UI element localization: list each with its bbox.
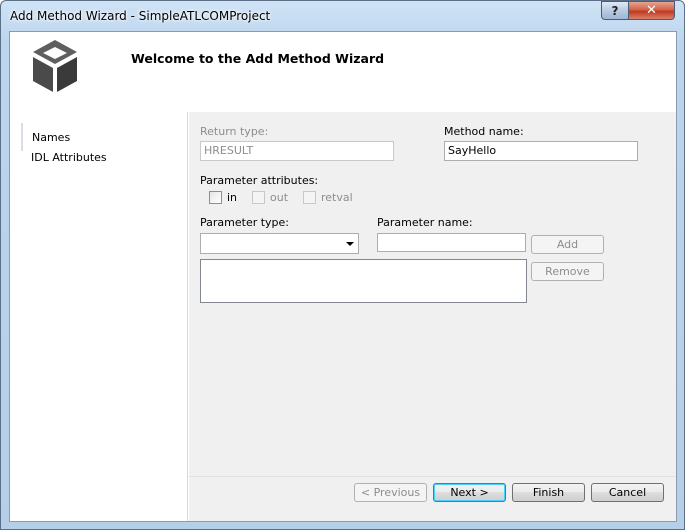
out-checkbox-label: out: [270, 191, 289, 204]
wizard-footer: < Previous Next > Finish Cancel: [189, 476, 676, 521]
dropdown-arrow-icon[interactable]: [346, 242, 354, 246]
return-type-field: HRESULT: [200, 141, 394, 161]
out-checkbox-box: [252, 191, 265, 204]
wizard-nav: Names IDL Attributes: [10, 112, 188, 521]
wizard-window: Add Method Wizard - SimpleATLCOMProject …: [0, 0, 685, 530]
next-button[interactable]: Next >: [433, 483, 506, 502]
remove-button: Remove: [531, 262, 604, 281]
parameter-type-label: Parameter type:: [200, 216, 290, 229]
close-icon: ✕: [646, 3, 657, 18]
parameter-attributes-label: Parameter attributes:: [200, 174, 319, 187]
in-checkbox[interactable]: in: [209, 191, 237, 204]
wizard-header: Welcome to the Add Method Wizard: [10, 32, 676, 112]
close-button[interactable]: ✕: [628, 1, 675, 20]
parameter-type-dropdown[interactable]: [200, 233, 359, 254]
nav-item-idl-attributes[interactable]: IDL Attributes: [31, 151, 107, 164]
finish-button[interactable]: Finish: [512, 483, 585, 502]
cancel-button[interactable]: Cancel: [591, 483, 664, 502]
method-name-label: Method name:: [444, 125, 524, 138]
names-page: Return type: HRESULT Method name: SayHel…: [189, 112, 676, 476]
cube-icon: [33, 40, 77, 92]
parameter-name-label: Parameter name:: [377, 216, 473, 229]
previous-button: < Previous: [354, 483, 427, 502]
out-checkbox: out: [252, 191, 288, 204]
in-checkbox-label: in: [227, 191, 238, 204]
method-name-input[interactable]: SayHello: [444, 141, 638, 161]
parameter-list[interactable]: [200, 259, 527, 303]
page-title: Welcome to the Add Method Wizard: [131, 51, 385, 66]
return-type-label: Return type:: [200, 125, 269, 138]
retval-checkbox-box: [303, 191, 316, 204]
retval-checkbox-label: retval: [321, 191, 353, 204]
retval-checkbox: retval: [303, 191, 353, 204]
help-button[interactable]: ?: [601, 1, 629, 20]
add-button: Add: [531, 235, 604, 254]
nav-selection-indicator: [21, 123, 23, 151]
in-checkbox-box[interactable]: [209, 191, 222, 204]
title-bar[interactable]: Add Method Wizard - SimpleATLCOMProject …: [1, 1, 684, 31]
wizard-client-area: Welcome to the Add Method Wizard Names I…: [9, 31, 677, 522]
nav-item-names[interactable]: Names: [32, 131, 70, 144]
parameter-name-input[interactable]: [377, 233, 526, 252]
help-icon: ?: [611, 3, 619, 18]
window-title: Add Method Wizard - SimpleATLCOMProject: [10, 9, 271, 23]
